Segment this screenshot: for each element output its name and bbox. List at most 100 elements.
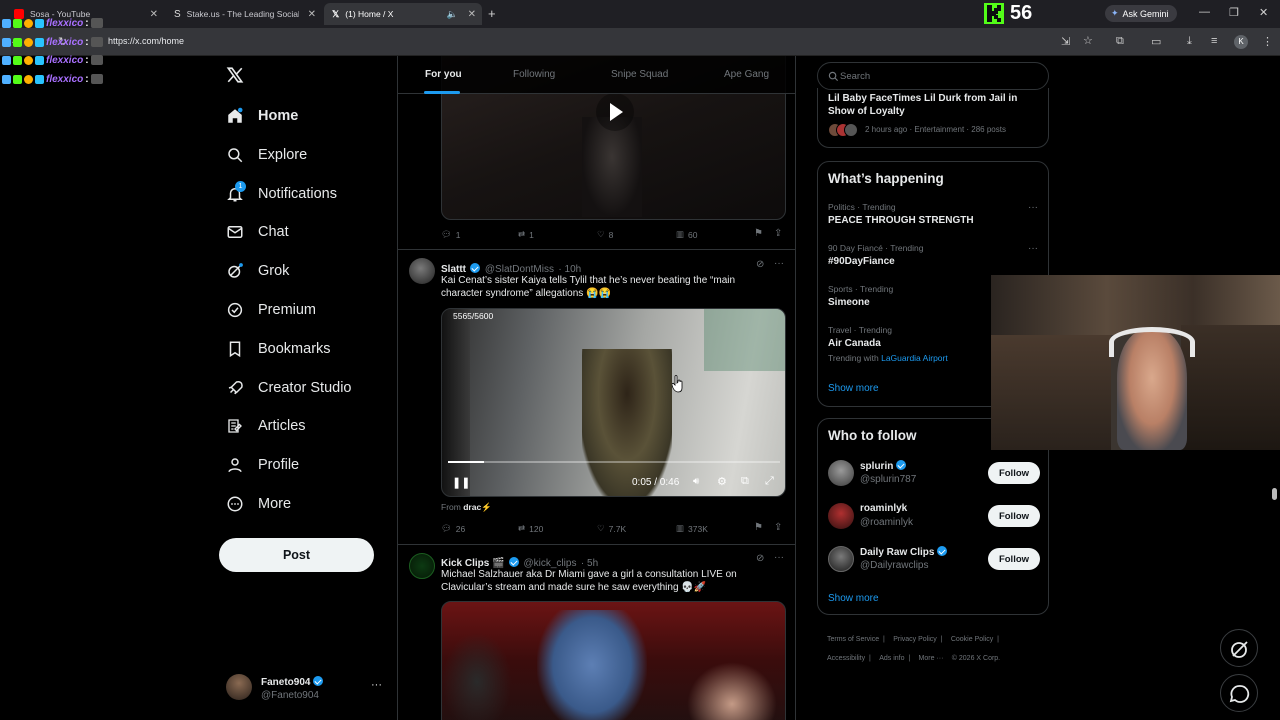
nav-explore[interactable]: Explore (226, 140, 307, 170)
show-more-link[interactable]: Show more (828, 383, 879, 394)
x-logo-icon[interactable] (226, 66, 244, 89)
avatar[interactable] (409, 553, 435, 579)
extensions-icon[interactable]: ⧉ (1116, 35, 1124, 48)
url-input[interactable]: https://x.com/home (108, 36, 184, 46)
footer-link[interactable]: Ads info (879, 655, 904, 662)
profile-avatar[interactable]: K (1234, 35, 1248, 49)
tab-ape-gang[interactable]: Ape Gang (724, 69, 769, 80)
window-close-icon[interactable]: ✕ (1259, 6, 1268, 19)
share-icon[interactable]: ⇪ (774, 522, 782, 533)
grok-floating-button[interactable] (1220, 629, 1258, 667)
trending-with-link[interactable]: LaGuardia Airport (881, 353, 948, 363)
reply-button[interactable]: 💬︎ 26 (441, 523, 465, 534)
bookmark-star-icon[interactable]: ☆ (1083, 34, 1093, 47)
scrollbar-thumb[interactable] (1272, 488, 1277, 500)
share-icon[interactable]: ⇪ (774, 228, 782, 239)
nav-creator-studio[interactable]: Creator Studio (226, 373, 352, 403)
reply-button[interactable]: 💬︎ 1 (441, 229, 461, 240)
more-options-icon[interactable]: ··· (1028, 243, 1038, 254)
tab-snipe-squad[interactable]: Snipe Squad (611, 69, 668, 80)
search-input[interactable]: Search (840, 71, 870, 82)
more-options-icon[interactable]: ··· (1028, 202, 1038, 213)
video-progress-track[interactable] (448, 461, 780, 463)
footer-link[interactable]: More ··· (919, 655, 944, 662)
nav-grok[interactable]: Grok (226, 256, 289, 286)
grok-analyze-icon[interactable]: ⊘ (756, 259, 764, 270)
avatar[interactable] (828, 546, 854, 572)
close-icon[interactable]: ✕ (468, 9, 476, 20)
install-app-icon[interactable]: ⇲ (1061, 35, 1070, 48)
nav-premium[interactable]: Premium (226, 295, 316, 325)
badge-icon (2, 55, 11, 65)
menu-icon[interactable]: ⋮ (1262, 35, 1273, 48)
from-user[interactable]: drac⚡ (463, 502, 492, 512)
avatar[interactable] (828, 460, 854, 486)
pip-icon[interactable]: ⧉ (741, 475, 749, 488)
sidepanel-icon[interactable]: ▭ (1151, 35, 1161, 48)
pause-icon[interactable]: ❚❚ (452, 476, 470, 489)
trend-name[interactable]: #90DayFiance (828, 256, 895, 267)
minimize-icon[interactable]: — (1199, 6, 1210, 18)
tab-x-home[interactable]: 𝕏 (1) Home / X 🔈 ✕ (324, 3, 482, 25)
tab-stake[interactable]: S Stake.us - The Leading Social C ✕ (166, 3, 322, 25)
maximize-icon[interactable]: ❐ (1229, 6, 1239, 19)
footer-link[interactable]: Privacy Policy (893, 636, 937, 643)
repost-icon: ⇄ (518, 229, 526, 239)
trend-name[interactable]: Air Canada (828, 338, 881, 349)
more-options-icon[interactable]: ··· (371, 679, 382, 691)
search-field[interactable]: Search (817, 62, 1049, 90)
fullscreen-icon[interactable]: ⤢ (765, 475, 774, 488)
messages-floating-button[interactable] (1220, 674, 1258, 712)
user-name[interactable]: roaminlyk (860, 503, 907, 514)
like-button[interactable]: ♡ 7.7K (597, 523, 626, 534)
tweet-media[interactable] (441, 601, 786, 720)
bookmark-icon[interactable]: ⚑ (754, 522, 763, 533)
follow-button[interactable]: Follow (988, 462, 1040, 484)
speaker-icon[interactable]: 🔈 (447, 9, 458, 20)
user-name[interactable]: splurin (860, 461, 893, 472)
trend-name[interactable]: PEACE THROUGH STRENGTH (828, 215, 974, 226)
tab-following[interactable]: Following (513, 69, 555, 80)
ask-gemini-button[interactable]: ✦ Ask Gemini (1105, 5, 1177, 22)
trend-name[interactable]: Simeone (828, 297, 870, 308)
nav-profile[interactable]: Profile (226, 450, 299, 480)
footer-link[interactable]: Accessibility (827, 655, 865, 662)
more-options-icon[interactable]: ··· (774, 258, 784, 269)
new-tab-button[interactable]: + (488, 6, 496, 21)
grok-analyze-icon[interactable]: ⊘ (756, 553, 764, 564)
video-source: From drac⚡ (441, 502, 492, 513)
nav-chat[interactable]: Chat (226, 217, 289, 247)
bookmark-icon[interactable]: ⚑ (754, 228, 763, 239)
footer-link[interactable]: Terms of Service (827, 636, 879, 643)
user-name[interactable]: Daily Raw Clips (860, 547, 934, 558)
close-icon[interactable]: ✕ (150, 9, 158, 20)
nav-home[interactable]: Home (226, 101, 298, 131)
repost-button[interactable]: ⇄ 1 (518, 229, 534, 240)
avatar[interactable] (409, 258, 435, 284)
news-card[interactable]: Lil Baby FaceTimes Lil Durk from Jail in… (817, 88, 1049, 148)
nav-articles[interactable]: Articles (226, 411, 306, 441)
more-options-icon[interactable]: ··· (774, 552, 784, 563)
repost-button[interactable]: ⇄ 120 (518, 523, 543, 534)
nav-more[interactable]: More (226, 489, 291, 519)
tab-for-you[interactable]: For you (425, 69, 462, 80)
volume-icon[interactable]: 🔊︎ (693, 476, 699, 487)
like-button[interactable]: ♡ 8 (597, 229, 613, 240)
follow-button[interactable]: Follow (988, 505, 1040, 527)
views-button[interactable]: ▥ 60 (676, 229, 698, 240)
avatar[interactable] (828, 503, 854, 529)
footer-link[interactable]: Cookie Policy (951, 636, 993, 643)
close-icon[interactable]: ✕ (308, 9, 316, 20)
play-button[interactable] (596, 93, 634, 131)
account-switcher[interactable]: Faneto904 @Faneto904 ··· (226, 673, 396, 705)
views-button[interactable]: ▥ 373K (676, 523, 708, 534)
tweet-video-player[interactable]: 5565/5600 ❚❚ 0:05 / 0:46 🔊︎ ⚙ ⧉ ⤢ (441, 308, 786, 497)
follow-button[interactable]: Follow (988, 548, 1040, 570)
show-more-link[interactable]: Show more (828, 593, 879, 604)
settings-icon[interactable]: ⚙ (717, 475, 727, 488)
post-button[interactable]: Post (219, 538, 374, 572)
nav-bookmarks[interactable]: Bookmarks (226, 334, 331, 364)
download-icon[interactable]: ⤓ (1187, 35, 1192, 48)
nav-notifications[interactable]: 1 Notifications (226, 179, 337, 209)
reading-list-icon[interactable]: ≡ (1211, 35, 1217, 47)
